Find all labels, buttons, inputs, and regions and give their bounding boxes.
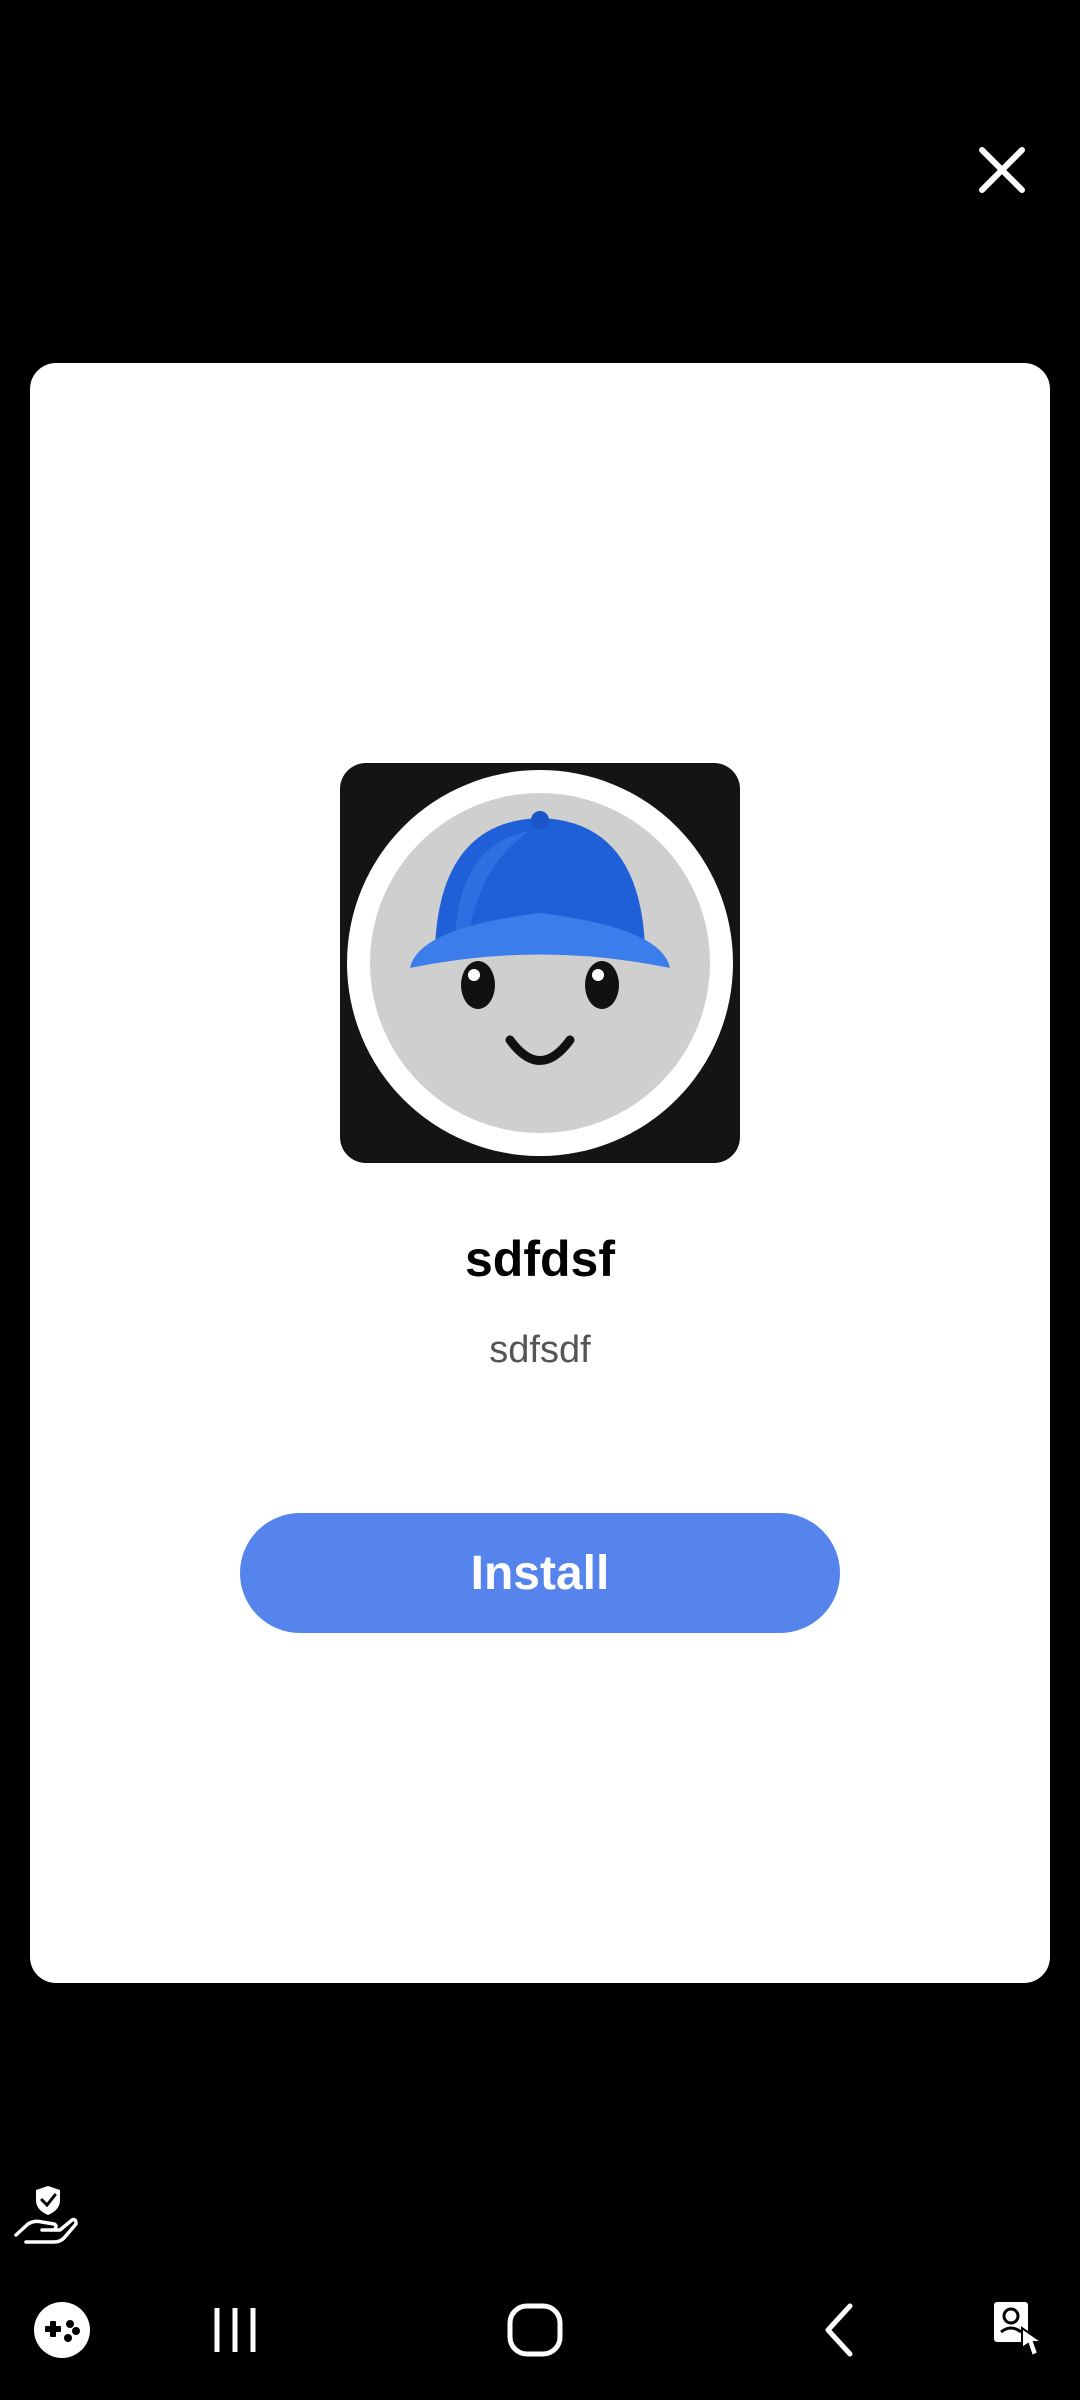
close-button[interactable] (962, 130, 1042, 210)
accessibility-button[interactable] (980, 2290, 1060, 2370)
home-button[interactable] (495, 2290, 575, 2370)
accessibility-touch-icon (994, 2302, 1046, 2358)
back-button[interactable] (800, 2290, 880, 2370)
back-icon (825, 2303, 853, 2357)
hand-shield-icon (14, 2186, 78, 2244)
close-icon (979, 147, 1025, 193)
hand-shield-button[interactable] (10, 2180, 80, 2250)
smiley-with-blue-cap-icon (347, 770, 733, 1156)
game-controller-icon (34, 2302, 90, 2358)
home-icon (507, 2303, 563, 2357)
app-title: sdfdsf (465, 1231, 615, 1287)
navigation-bar (0, 2290, 1080, 2400)
recents-button[interactable] (195, 2290, 275, 2370)
install-dialog: sdfdsf sdfsdf Install (30, 363, 1050, 1983)
install-button[interactable]: Install (240, 1513, 840, 1633)
recents-icon (214, 2308, 256, 2352)
app-icon (340, 763, 740, 1163)
game-launcher-button[interactable] (22, 2290, 102, 2370)
app-subtitle: sdfsdf (489, 1329, 591, 1371)
